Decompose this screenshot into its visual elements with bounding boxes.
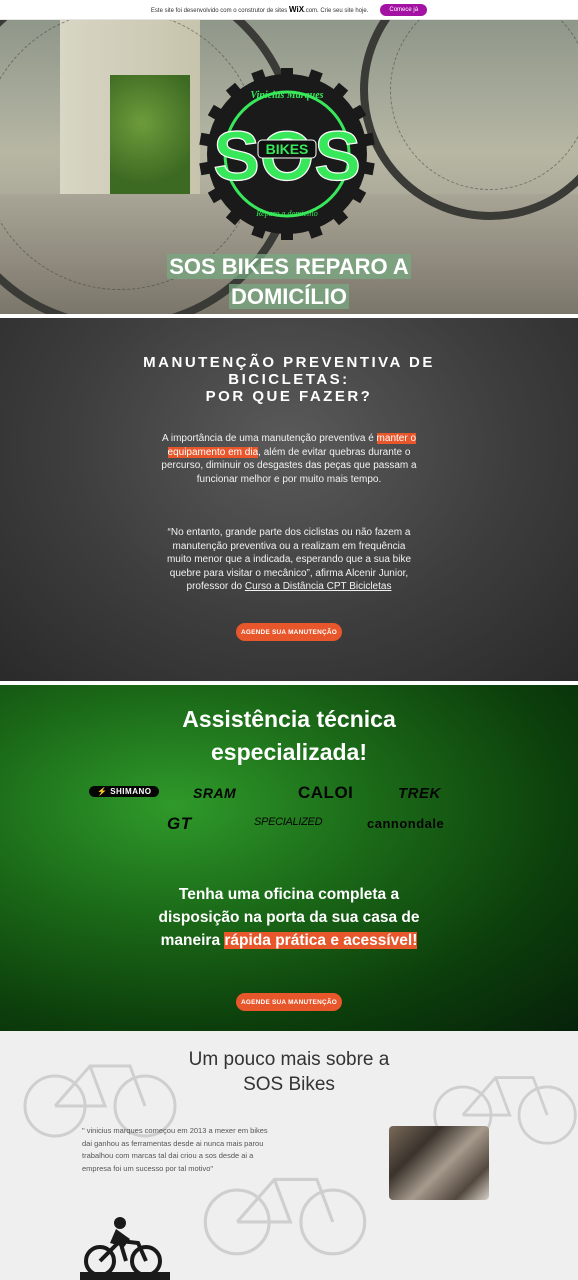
tagline-line1: Tenha uma oficina completa a — [178, 886, 400, 903]
tagline-before: maneira — [160, 932, 225, 949]
about-section: Um pouco mais sobre a SOS Bikes " vinici… — [0, 1031, 578, 1280]
assistance-heading-line1: Assistência técnica — [182, 706, 396, 732]
maintenance-paragraph-1: A importância de uma manutenção preventi… — [160, 432, 418, 486]
maintenance-heading-line1: MANUTENÇÃO PREVENTIVA DE — [143, 354, 435, 371]
brand-cannondale-logo: cannondale — [367, 816, 445, 831]
brand-sram-logo: SRAM — [193, 785, 237, 801]
maintenance-paragraph-2: “No entanto, grande parte dos ciclistas … — [160, 526, 418, 594]
schedule-maintenance-button-1[interactable]: AGENDE SUA MANUTENÇÃO — [236, 623, 342, 641]
assistance-heading: Assistência técnica especializada! — [0, 703, 578, 769]
assistance-tagline: Tenha uma oficina completa a disposição … — [130, 883, 448, 952]
wix-start-button[interactable]: Comece já — [380, 3, 428, 16]
para1-before: A importância de uma manutenção preventi… — [161, 433, 374, 444]
assistance-heading-line2: especializada! — [211, 739, 367, 765]
hero-title-line1: SOS BIKES REPARO A — [167, 254, 411, 279]
hero-title-line2: DOMICÍLIO — [228, 284, 350, 309]
logo-bikes-text: BIKES — [266, 141, 309, 157]
brand-trek-logo: TREK — [398, 785, 441, 802]
brand-shimano-logo: ⚡ SHIMANO — [89, 786, 160, 797]
about-heading: Um pouco mais sobre a SOS Bikes — [0, 1047, 578, 1097]
maintenance-heading: MANUTENÇÃO PREVENTIVA DE BICICLETAS: POR… — [120, 354, 458, 405]
assistance-section: Assistência técnica especializada! ⚡ SHI… — [0, 685, 578, 1031]
wix-banner: Este site foi desenvolvido com o constru… — [0, 0, 578, 20]
schedule-maintenance-button-2[interactable]: AGENDE SUA MANUTENÇÃO — [236, 993, 342, 1011]
wix-banner-text-after: .com. Crie seu site hoje. — [304, 8, 369, 14]
brand-caloi-logo: CALOI — [298, 783, 354, 802]
maintenance-heading-line3: POR QUE FAZER? — [205, 388, 373, 405]
tagline-highlight: rápida prática e acessível! — [224, 932, 418, 949]
tagline-line2: disposição na porta da sua casa de — [158, 909, 420, 926]
mechanic-photo — [389, 1126, 489, 1200]
logo-top-text: Vinicius Marques — [250, 90, 323, 101]
about-heading-line1: Um pouco mais sobre a — [188, 1049, 390, 1070]
maintenance-section: MANUTENÇÃO PREVENTIVA DE BICICLETAS: POR… — [0, 318, 578, 681]
brand-gt-logo: GT — [167, 814, 192, 833]
wix-banner-text: Este site foi desenvolvido com o constru… — [151, 5, 368, 14]
about-quote: " vinicius marques começou em 2013 a mex… — [82, 1126, 268, 1173]
course-link[interactable]: Curso a Distância CPT Bicicletas — [245, 581, 392, 592]
hero-title: SOS BIKES REPARO A DOMICÍLIO — [0, 252, 578, 312]
hero-section: Vinicius Marques SOS BIKES Reparo a domi… — [0, 20, 578, 314]
about-heading-line2: SOS Bikes — [243, 1074, 335, 1095]
cyclist-silhouette-icon — [80, 1217, 170, 1280]
maintenance-heading-line2: BICICLETAS: — [228, 371, 350, 388]
logo-bottom-text: Reparo a domicilio — [255, 209, 317, 218]
wix-logo: WiX — [288, 5, 305, 14]
brand-shimano-text: SHIMANO — [110, 787, 152, 796]
sos-bikes-logo: Vinicius Marques SOS BIKES Reparo a domi… — [199, 68, 375, 240]
brand-specialized-logo: SPECIALIZED — [254, 816, 323, 828]
wix-banner-text-before: Este site foi desenvolvido com o constru… — [150, 8, 288, 14]
